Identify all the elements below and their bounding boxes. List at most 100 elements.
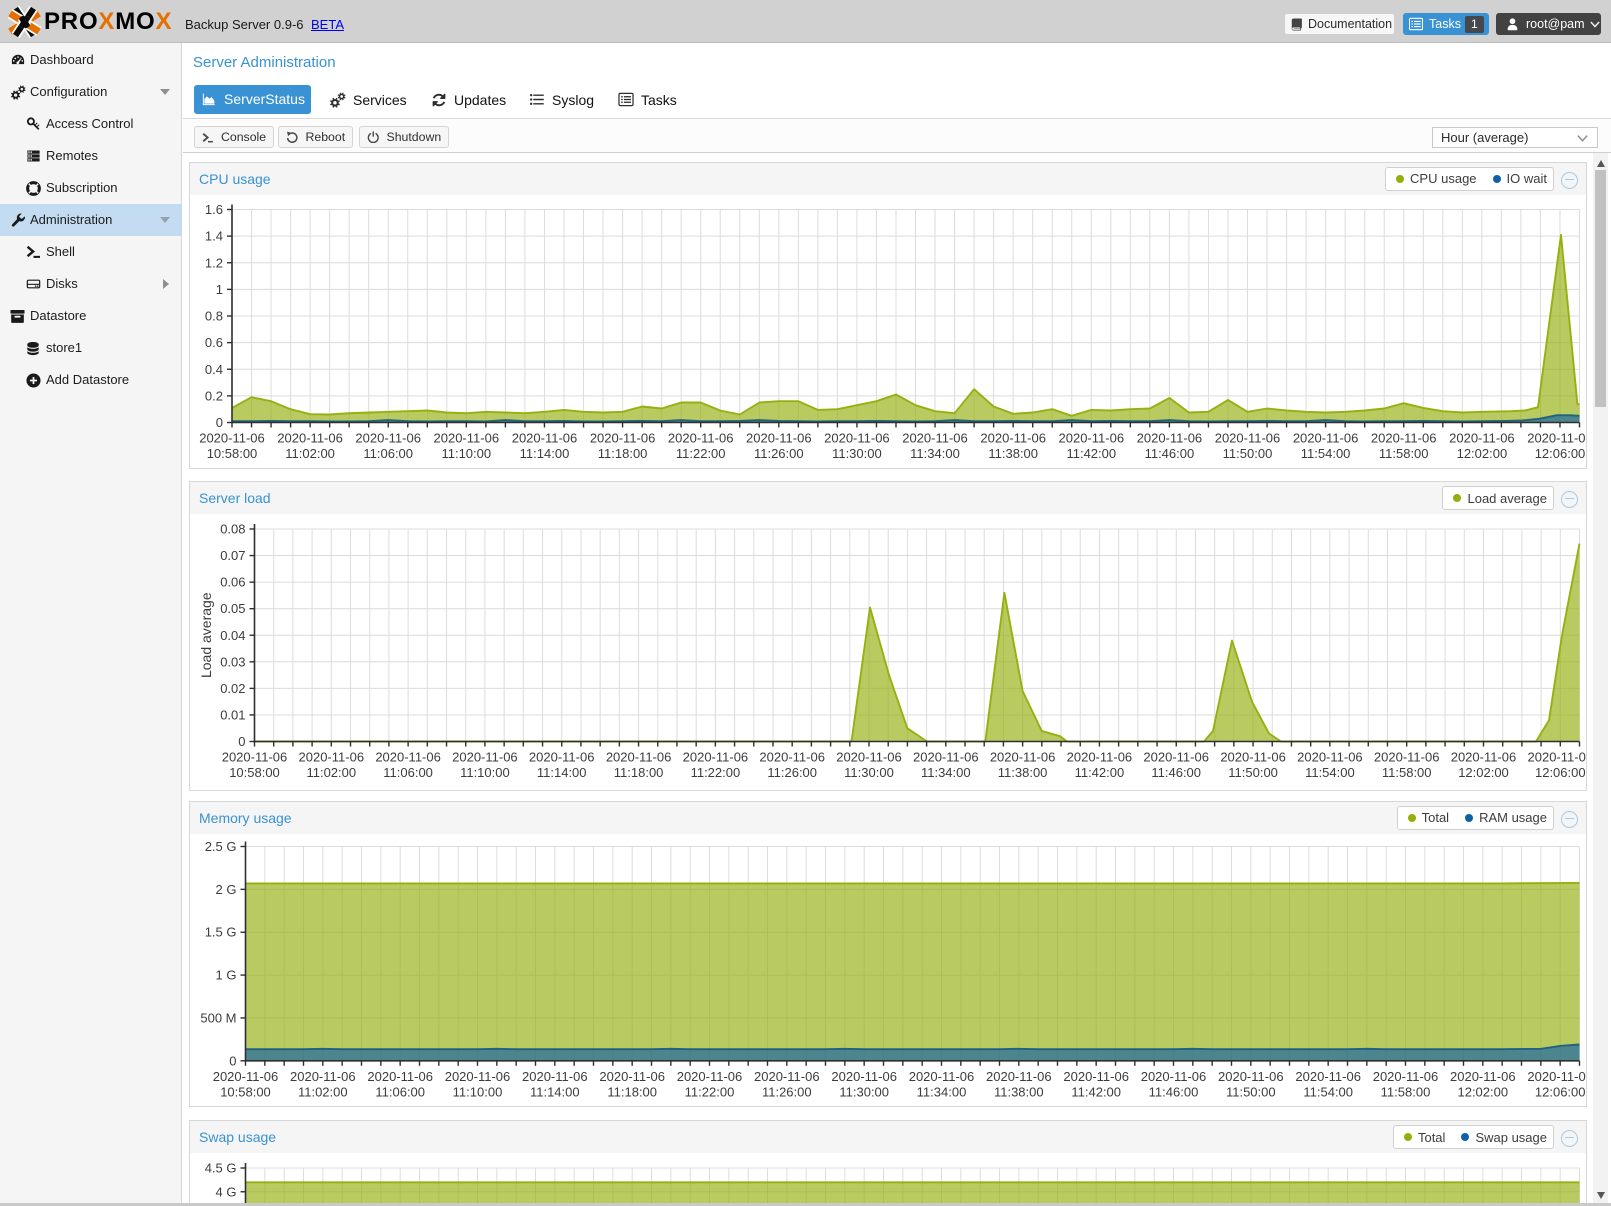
svg-text:2020-11-06: 2020-11-06 — [199, 430, 265, 445]
svg-text:2020-11-06: 2020-11-06 — [683, 750, 749, 765]
svg-text:2020-11-06: 2020-11-06 — [668, 430, 734, 445]
svg-text:2020-11-06: 2020-11-06 — [986, 1068, 1052, 1083]
svg-text:2020-11-06: 2020-11-06 — [522, 1068, 588, 1083]
svg-text:11:34:00: 11:34:00 — [910, 446, 960, 461]
svg-text:11:18:00: 11:18:00 — [614, 765, 664, 780]
svg-text:2020-11-06: 2020-11-06 — [1373, 1068, 1439, 1083]
svg-text:0.05: 0.05 — [220, 601, 245, 616]
svg-text:2020-11-06: 2020-11-06 — [1293, 430, 1359, 445]
svg-text:11:22:00: 11:22:00 — [676, 446, 726, 461]
svg-text:0.01: 0.01 — [220, 707, 245, 722]
svg-text:2020-11-06: 2020-11-06 — [1527, 430, 1586, 445]
svg-text:2020-11-06: 2020-11-06 — [1063, 1068, 1129, 1083]
svg-text:0.8: 0.8 — [205, 308, 223, 323]
svg-text:11:26:00: 11:26:00 — [767, 765, 817, 780]
svg-text:0: 0 — [238, 734, 245, 749]
svg-text:11:34:00: 11:34:00 — [917, 1084, 967, 1099]
svg-text:0.4: 0.4 — [205, 361, 223, 376]
svg-text:2020-11-06: 2020-11-06 — [222, 750, 288, 765]
svg-text:0.04: 0.04 — [220, 628, 245, 643]
svg-text:2020-11-06: 2020-11-06 — [213, 1068, 279, 1083]
svg-text:12:06:00: 12:06:00 — [1535, 446, 1586, 461]
svg-text:2020-11-06: 2020-11-06 — [512, 430, 578, 445]
svg-text:2020-11-06: 2020-11-06 — [1059, 430, 1125, 445]
svg-text:2020-11-06: 2020-11-06 — [836, 750, 902, 765]
svg-text:2020-11-06: 2020-11-06 — [290, 1068, 356, 1083]
svg-text:11:22:00: 11:22:00 — [685, 1084, 735, 1099]
svg-text:2020-11-06: 2020-11-06 — [277, 430, 343, 445]
svg-text:12:02:00: 12:02:00 — [1457, 1084, 1508, 1099]
svg-text:1: 1 — [216, 281, 223, 296]
svg-text:11:02:00: 11:02:00 — [306, 765, 356, 780]
svg-text:1 G: 1 G — [216, 967, 237, 982]
svg-text:2020-11-06: 2020-11-06 — [831, 1068, 897, 1083]
svg-text:11:38:00: 11:38:00 — [988, 446, 1038, 461]
svg-text:2020-11-06: 2020-11-06 — [1067, 750, 1133, 765]
svg-text:0.08: 0.08 — [220, 522, 245, 537]
svg-text:1.5 G: 1.5 G — [205, 924, 237, 939]
svg-text:2020-11-06: 2020-11-06 — [606, 750, 672, 765]
svg-text:11:50:00: 11:50:00 — [1223, 446, 1273, 461]
svg-text:2020-11-06: 2020-11-06 — [529, 750, 595, 765]
svg-text:11:58:00: 11:58:00 — [1379, 446, 1429, 461]
svg-text:2020-11-06: 2020-11-06 — [367, 1068, 433, 1083]
svg-text:0.07: 0.07 — [220, 548, 245, 563]
svg-text:2020-11-06: 2020-11-06 — [1451, 750, 1517, 765]
svg-text:11:54:00: 11:54:00 — [1303, 1084, 1353, 1099]
svg-text:11:54:00: 11:54:00 — [1301, 446, 1351, 461]
svg-text:2020-11-06: 2020-11-06 — [299, 750, 365, 765]
svg-text:2020-11-06: 2020-11-06 — [599, 1068, 665, 1083]
svg-text:11:30:00: 11:30:00 — [832, 446, 882, 461]
svg-text:2020-11-06: 2020-11-06 — [980, 430, 1046, 445]
svg-text:0.2: 0.2 — [205, 388, 223, 403]
svg-text:2020-11-06: 2020-11-06 — [1374, 750, 1440, 765]
svg-text:11:46:00: 11:46:00 — [1149, 1084, 1199, 1099]
svg-text:11:10:00: 11:10:00 — [441, 446, 491, 461]
svg-text:2020-11-06: 2020-11-06 — [754, 1068, 820, 1083]
svg-text:11:26:00: 11:26:00 — [762, 1084, 812, 1099]
svg-text:11:10:00: 11:10:00 — [453, 1084, 503, 1099]
svg-text:0: 0 — [216, 415, 223, 430]
svg-text:2020-11-06: 2020-11-06 — [434, 430, 500, 445]
svg-text:2020-11-06: 2020-11-06 — [1449, 430, 1515, 445]
svg-text:10:58:00: 10:58:00 — [207, 446, 258, 461]
svg-text:0.03: 0.03 — [220, 654, 245, 669]
svg-text:11:26:00: 11:26:00 — [754, 446, 804, 461]
svg-text:11:18:00: 11:18:00 — [607, 1084, 657, 1099]
svg-text:2020-11-06: 2020-11-06 — [1527, 1068, 1586, 1083]
svg-text:4 G: 4 G — [216, 1184, 237, 1199]
svg-text:11:30:00: 11:30:00 — [839, 1084, 889, 1099]
svg-text:11:46:00: 11:46:00 — [1145, 446, 1195, 461]
svg-text:2020-11-06: 2020-11-06 — [759, 750, 825, 765]
svg-text:2020-11-06: 2020-11-06 — [677, 1068, 743, 1083]
svg-text:0.02: 0.02 — [220, 681, 245, 696]
svg-text:10:58:00: 10:58:00 — [229, 765, 280, 780]
svg-text:11:02:00: 11:02:00 — [298, 1084, 348, 1099]
svg-text:11:38:00: 11:38:00 — [994, 1084, 1044, 1099]
svg-text:11:14:00: 11:14:00 — [537, 765, 587, 780]
svg-text:11:34:00: 11:34:00 — [921, 765, 971, 780]
svg-text:11:42:00: 11:42:00 — [1075, 765, 1125, 780]
svg-text:2020-11-06: 2020-11-06 — [1215, 430, 1281, 445]
svg-text:12:02:00: 12:02:00 — [1457, 446, 1508, 461]
svg-text:11:50:00: 11:50:00 — [1226, 1084, 1276, 1099]
svg-text:2020-11-06: 2020-11-06 — [1528, 750, 1586, 765]
svg-text:2020-11-06: 2020-11-06 — [913, 750, 979, 765]
svg-text:2020-11-06: 2020-11-06 — [1137, 430, 1203, 445]
svg-text:2020-11-06: 2020-11-06 — [902, 430, 968, 445]
svg-text:12:06:00: 12:06:00 — [1535, 1084, 1586, 1099]
svg-text:2020-11-06: 2020-11-06 — [590, 430, 656, 445]
svg-text:2020-11-06: 2020-11-06 — [1218, 1068, 1284, 1083]
svg-text:11:06:00: 11:06:00 — [363, 446, 413, 461]
svg-text:2020-11-06: 2020-11-06 — [1220, 750, 1286, 765]
svg-text:2020-11-06: 2020-11-06 — [1297, 750, 1363, 765]
svg-text:500 M: 500 M — [200, 1010, 236, 1025]
svg-text:10:58:00: 10:58:00 — [220, 1084, 271, 1099]
svg-text:11:14:00: 11:14:00 — [520, 446, 570, 461]
svg-text:2020-11-06: 2020-11-06 — [1143, 750, 1209, 765]
svg-text:12:02:00: 12:02:00 — [1458, 765, 1509, 780]
svg-text:11:50:00: 11:50:00 — [1228, 765, 1278, 780]
svg-text:2020-11-06: 2020-11-06 — [1450, 1068, 1516, 1083]
svg-text:Load average: Load average — [198, 592, 214, 678]
svg-text:11:58:00: 11:58:00 — [1381, 1084, 1431, 1099]
